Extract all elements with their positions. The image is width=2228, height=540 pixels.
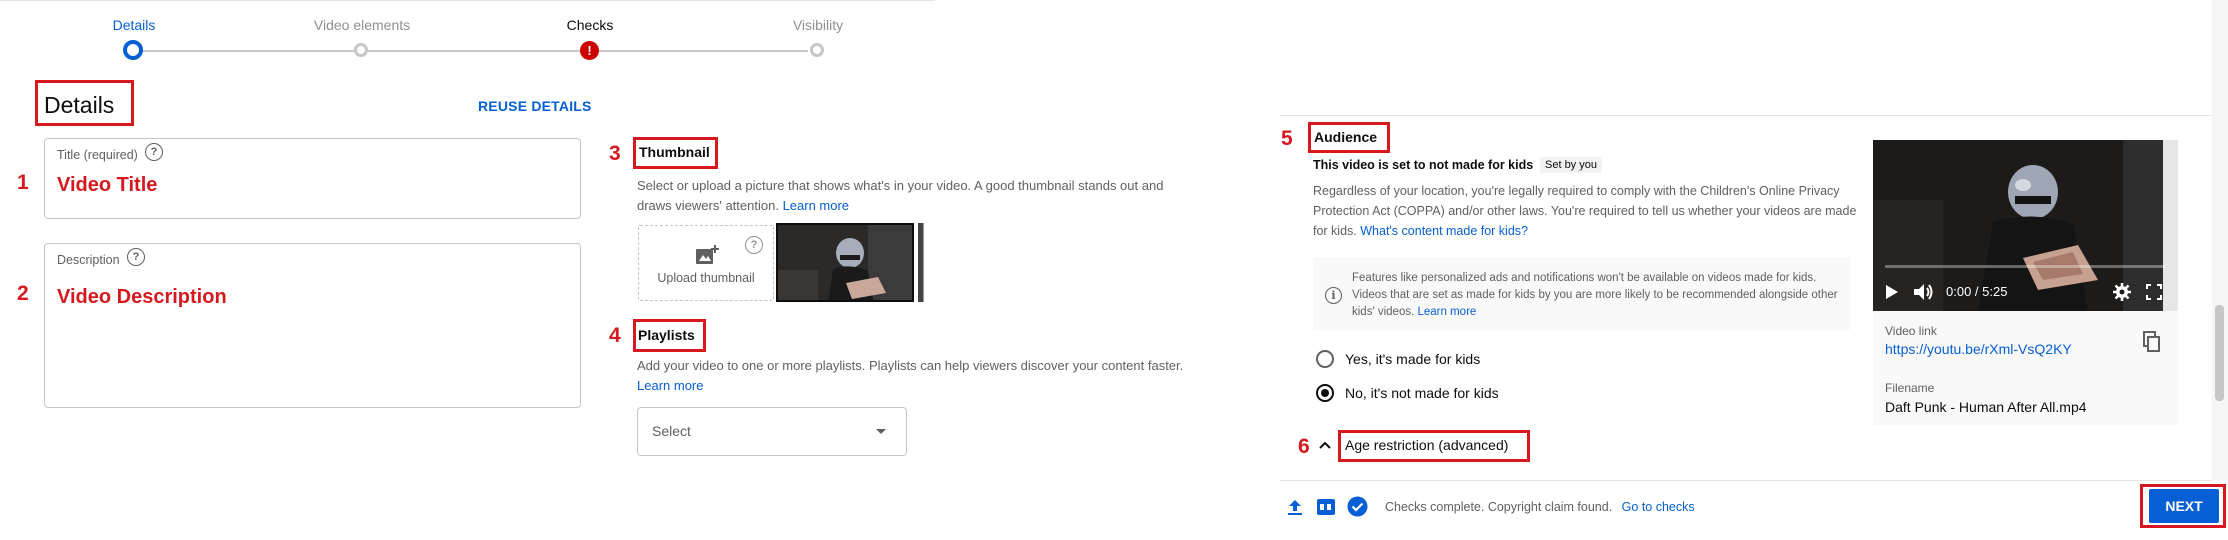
radio-yes-button[interactable] bbox=[1316, 350, 1334, 368]
video-card: 0:00 / 5:25 Video link https://youtu.be/… bbox=[1873, 140, 2178, 425]
playlist-select[interactable]: Select bbox=[637, 407, 907, 456]
step-connector bbox=[140, 50, 360, 52]
right-top-divider bbox=[1280, 115, 2212, 116]
go-to-checks-link[interactable]: Go to checks bbox=[1622, 500, 1695, 514]
audience-info-text: Features like personalized ads and notif… bbox=[1352, 270, 1842, 321]
scrollbar-track[interactable] bbox=[2212, 0, 2228, 480]
copy-icon[interactable] bbox=[2143, 331, 2161, 358]
thumbnail-option-next[interactable] bbox=[918, 223, 924, 302]
thumbnail-option-selected[interactable] bbox=[776, 223, 914, 302]
annotation-number-5: 5 bbox=[1281, 127, 1293, 150]
video-progress-bar[interactable] bbox=[1885, 265, 2166, 268]
step-connector bbox=[596, 50, 808, 52]
title-field-label: Title (required) bbox=[57, 148, 138, 162]
audience-info-box: i Features like personalized ads and not… bbox=[1313, 257, 1850, 330]
footer-status-text: Checks complete. Copyright claim found. bbox=[1385, 500, 1613, 514]
upload-thumbnail-button[interactable]: ? Upload thumbnail bbox=[638, 225, 774, 301]
hd-icon[interactable] bbox=[1317, 498, 1335, 521]
audience-heading: Audience bbox=[1314, 129, 1378, 145]
playlists-description-text: Add your video to one or more playlists.… bbox=[637, 358, 1184, 373]
footer-status: Checks complete. Copyright claim found. … bbox=[1385, 500, 1695, 514]
playlist-select-value: Select bbox=[652, 423, 691, 439]
step-details-label[interactable]: Details bbox=[64, 17, 204, 33]
chevron-up-icon[interactable] bbox=[1318, 438, 1332, 457]
filename: Daft Punk - Human After All.mp4 bbox=[1885, 399, 2087, 415]
top-divider bbox=[0, 0, 935, 1]
annotation-number-3: 3 bbox=[609, 142, 621, 165]
settings-gear-icon[interactable] bbox=[2113, 283, 2131, 306]
playlists-learn-more-link[interactable]: Learn more bbox=[637, 378, 703, 393]
fullscreen-icon[interactable] bbox=[2146, 284, 2162, 305]
footer-divider bbox=[1280, 480, 2212, 481]
step-connector bbox=[368, 50, 580, 52]
help-icon[interactable]: ? bbox=[145, 143, 163, 161]
description-annotation-text: Video Description bbox=[57, 286, 227, 308]
filename-label: Filename bbox=[1885, 381, 1935, 395]
step-visibility-label[interactable]: Visibility bbox=[748, 17, 888, 33]
audience-info-learn-more-link[interactable]: Learn more bbox=[1417, 306, 1476, 318]
thumbnail-learn-more-link[interactable]: Learn more bbox=[783, 198, 849, 213]
title-annotation-text: Video Title bbox=[57, 174, 158, 196]
description-field[interactable]: Description ? Video Description bbox=[44, 243, 581, 408]
help-icon[interactable]: ? bbox=[127, 248, 145, 266]
add-photo-icon bbox=[695, 244, 719, 271]
set-by-badge: Set by you bbox=[1540, 157, 1602, 173]
whats-made-for-kids-link[interactable]: What's content made for kids? bbox=[1360, 224, 1528, 238]
annotation-number-1: 1 bbox=[17, 171, 29, 194]
radio-no-label[interactable]: No, it's not made for kids bbox=[1345, 385, 1499, 401]
thumbnail-image bbox=[778, 225, 912, 300]
video-player[interactable]: 0:00 / 5:25 bbox=[1873, 140, 2178, 311]
play-icon[interactable] bbox=[1885, 284, 1899, 305]
annotation-number-2: 2 bbox=[17, 282, 29, 305]
playlists-description: Add your video to one or more playlists.… bbox=[637, 356, 1197, 396]
help-icon[interactable]: ? bbox=[745, 236, 763, 254]
playlists-heading: Playlists bbox=[638, 327, 695, 343]
volume-icon[interactable] bbox=[1913, 283, 1935, 306]
video-link-label: Video link bbox=[1885, 324, 1937, 338]
annotation-number-4: 4 bbox=[609, 324, 621, 347]
radio-yes-label[interactable]: Yes, it's made for kids bbox=[1345, 351, 1480, 367]
thumbnail-description-text: Select or upload a picture that shows wh… bbox=[637, 178, 1164, 213]
radio-no-button[interactable] bbox=[1316, 384, 1334, 402]
step-video-elements-label[interactable]: Video elements bbox=[292, 17, 432, 33]
age-restriction-heading[interactable]: Age restriction (advanced) bbox=[1345, 437, 1508, 453]
dropdown-arrow-icon bbox=[876, 429, 886, 434]
upload-thumbnail-label: Upload thumbnail bbox=[657, 271, 755, 285]
step-video-elements-dot[interactable] bbox=[354, 43, 368, 57]
description-field-label: Description bbox=[57, 253, 120, 267]
info-icon: i bbox=[1325, 287, 1342, 304]
video-time: 0:00 / 5:25 bbox=[1946, 284, 2008, 299]
thumbnail-description: Select or upload a picture that shows wh… bbox=[637, 176, 1197, 216]
step-checks-label[interactable]: Checks bbox=[520, 17, 660, 33]
video-link[interactable]: https://youtu.be/rXml-VsQ2KY bbox=[1885, 341, 2072, 357]
step-checks-error-icon[interactable]: ! bbox=[580, 41, 599, 60]
scrollbar-thumb[interactable] bbox=[2215, 305, 2224, 401]
title-field[interactable]: Title (required) ? Video Title bbox=[44, 138, 581, 219]
step-details-dot[interactable] bbox=[123, 40, 143, 60]
audience-description: Regardless of your location, you're lega… bbox=[1313, 181, 1863, 241]
page-title: Details bbox=[44, 92, 115, 118]
thumbnail-heading: Thumbnail bbox=[639, 144, 710, 160]
upload-icon[interactable] bbox=[1286, 498, 1304, 521]
checks-complete-icon[interactable] bbox=[1347, 496, 1368, 522]
audience-status: This video is set to not made for kids bbox=[1313, 158, 1534, 172]
annotation-number-6: 6 bbox=[1298, 435, 1310, 458]
next-button[interactable]: NEXT bbox=[2149, 489, 2219, 523]
step-visibility-dot[interactable] bbox=[810, 43, 824, 57]
reuse-details-button[interactable]: REUSE DETAILS bbox=[478, 98, 592, 114]
